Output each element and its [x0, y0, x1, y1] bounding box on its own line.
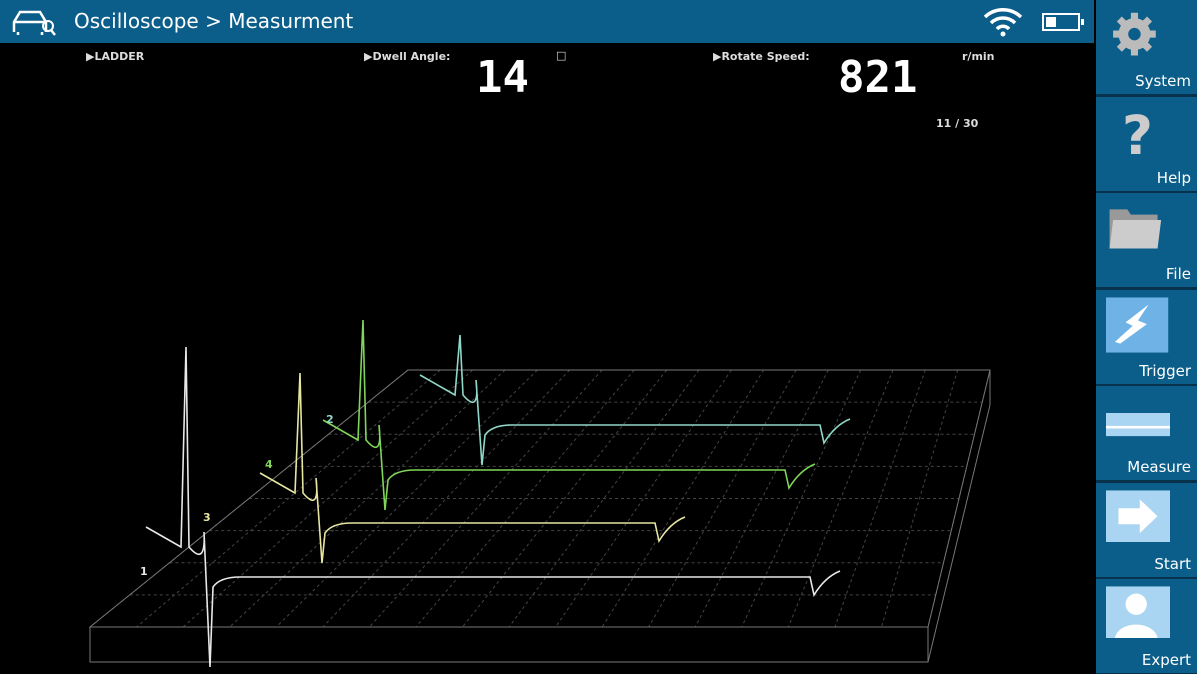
waveform-trace-2: [419, 334, 851, 466]
sidebar-button-system[interactable]: System: [1096, 0, 1197, 94]
trace-label: 2: [326, 413, 334, 426]
question-icon: ?: [1122, 104, 1153, 161]
measure-icon: [1106, 413, 1170, 437]
grid-plate: [88, 369, 991, 663]
sidebar-button-label: Trigger: [1139, 361, 1191, 380]
start-arrow-icon: [1106, 489, 1170, 542]
waveform-trace-1: [145, 346, 841, 668]
sidebar-button-expert[interactable]: Expert: [1096, 579, 1197, 673]
title-bar: Oscilloscope > Measurment: [0, 0, 1094, 43]
expert-icon: [1106, 586, 1170, 638]
grid-line: [229, 369, 506, 628]
breadcrumb-title: Oscilloscope > Measurment: [74, 9, 354, 33]
svg-text:?: ?: [1122, 104, 1153, 161]
oscilloscope-3d-display[interactable]: 1 3 4 2: [0, 43, 1094, 674]
car-diagnostic-icon[interactable]: [10, 8, 56, 36]
sidebar-button-label: Help: [1156, 168, 1191, 187]
sidebar-button-start[interactable]: Start: [1096, 482, 1197, 577]
grid-line: [462, 369, 668, 628]
wifi-icon: [983, 8, 1023, 37]
gear-icon: [1113, 12, 1156, 56]
battery-icon: [1042, 13, 1084, 31]
folder-icon: [1109, 209, 1162, 249]
sidebar-button-label: System: [1135, 72, 1191, 90]
sidebar-button-help[interactable]: ? Help: [1096, 96, 1197, 191]
sidebar: System? Help File Trigger Measure Start Expert: [1096, 0, 1197, 674]
grid-line: [601, 369, 765, 628]
sidebar-button-trigger[interactable]: Trigger: [1096, 289, 1197, 384]
sidebar-button-label: File: [1165, 265, 1191, 283]
trigger-icon: [1106, 296, 1169, 353]
trace-label: 1: [140, 565, 148, 578]
sidebar-button-label: Start: [1154, 554, 1191, 573]
sidebar-button-label: Measure: [1127, 458, 1191, 476]
sidebar-button-file[interactable]: File: [1096, 193, 1197, 287]
sidebar-button-label: Expert: [1141, 651, 1191, 669]
sidebar-button-measure[interactable]: Measure: [1096, 386, 1197, 480]
trace-label: 3: [203, 511, 211, 524]
waveform-trace-4: [322, 319, 816, 511]
trace-label: 4: [265, 458, 273, 471]
grid-line: [787, 369, 894, 628]
